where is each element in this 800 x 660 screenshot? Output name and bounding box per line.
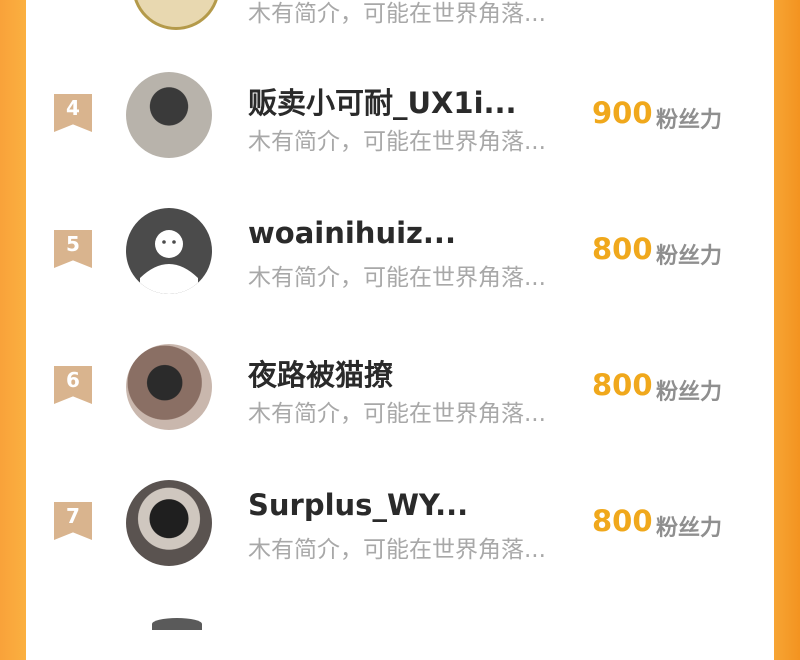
- avatar[interactable]: [126, 208, 212, 294]
- list-item[interactable]: 7 Surplus_WY... 木有简介，可能在世界角落... 800 粉丝力: [26, 462, 774, 582]
- user-bio: 木有简介，可能在世界角落...: [248, 401, 546, 427]
- rank-badge: 4: [54, 94, 92, 132]
- avatar[interactable]: [126, 72, 212, 158]
- fan-score: 800: [592, 368, 653, 402]
- user-bio: 木有简介，可能在世界角落...: [248, 537, 546, 563]
- user-name[interactable]: 贩卖小可耐_UX1i...: [248, 80, 517, 122]
- avatar[interactable]: [132, 0, 220, 30]
- list-item[interactable]: 6 夜路被猫撩 木有简介，可能在世界角落... 800 粉丝力: [26, 326, 774, 446]
- rank-badge: 5: [54, 230, 92, 268]
- fan-score: 900: [592, 96, 653, 130]
- user-bio: 木有简介，可能在世界角落...: [248, 1, 546, 27]
- user-bio: 木有简介，可能在世界角落...: [248, 129, 546, 155]
- fan-score: 800: [592, 232, 653, 266]
- rank-badge: 6: [54, 366, 92, 404]
- fan-score-unit: 粉丝力: [656, 516, 723, 541]
- avatar[interactable]: [126, 344, 212, 430]
- fan-score: 800: [592, 504, 653, 538]
- rank-badge: 7: [54, 502, 92, 540]
- avatar[interactable]: [152, 618, 202, 630]
- fan-score-unit: 粉丝力: [656, 108, 723, 133]
- user-name[interactable]: woainihuiz...: [248, 216, 456, 250]
- avatar[interactable]: [126, 480, 212, 566]
- list-item[interactable]: 4 贩卖小可耐_UX1i... 木有简介，可能在世界角落... 900 粉丝力: [26, 54, 774, 174]
- user-bio: 木有简介，可能在世界角落...: [248, 265, 546, 291]
- user-name[interactable]: 夜路被猫撩: [248, 352, 393, 394]
- fan-score-unit: 粉丝力: [656, 244, 723, 269]
- fan-score-unit: 粉丝力: [656, 380, 723, 405]
- list-item[interactable]: 5 woainihuiz... 木有简介，可能在世界角落... 800 粉丝力: [26, 190, 774, 310]
- default-avatar-icon: [140, 230, 198, 294]
- user-name[interactable]: Surplus_WY...: [248, 488, 468, 522]
- list-item[interactable]: 木有简介，可能在世界角落...: [26, 0, 774, 50]
